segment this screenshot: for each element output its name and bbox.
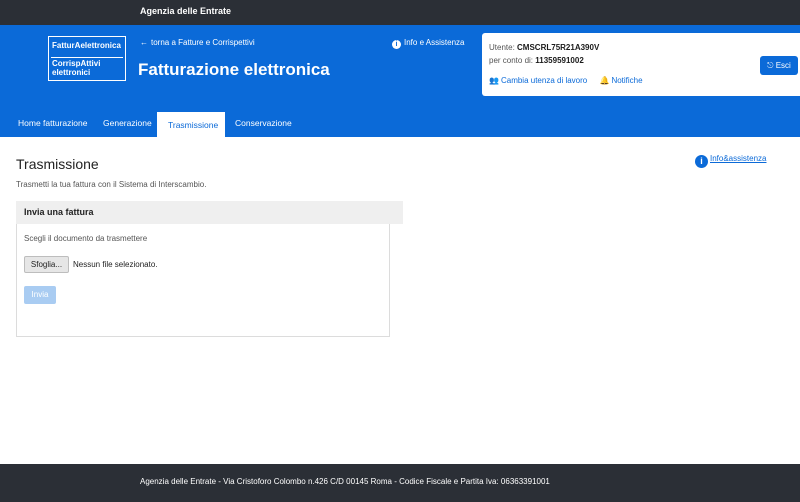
arrow-left-icon: ←	[140, 38, 148, 47]
info-circle-icon: i	[695, 155, 708, 168]
browse-file-button[interactable]: Sfoglia...	[24, 256, 69, 273]
agency-bar: Agenzia delle Entrate	[0, 0, 800, 25]
back-to-fatture-link[interactable]: ← torna a Fatture e Corrispettivi	[140, 38, 255, 47]
change-utenza-link[interactable]: 👥 Cambia utenza di lavoro	[489, 76, 587, 85]
account-value: 11359591002	[535, 56, 584, 65]
main-tabs: Home fatturazione Generazione Trasmissio…	[0, 110, 800, 137]
account-line: per conto di: 11359591002	[489, 56, 584, 65]
logo-line-2: CorrispAttivi elettronici	[52, 59, 101, 77]
tab-home-fatturazione[interactable]: Home fatturazione	[0, 110, 90, 137]
page-title: Trasmissione	[16, 156, 99, 172]
agency-name: Agenzia delle Entrate	[140, 6, 232, 16]
logout-icon: ⎋	[767, 61, 774, 70]
info-icon: i	[392, 40, 401, 49]
help-link-label: Info&assistenza	[710, 154, 767, 163]
user-line: Utente: CMSCRL75R21A390V	[489, 43, 599, 52]
user-actions: 👥 Cambia utenza di lavoro 🔔 Notifiche	[489, 76, 653, 85]
file-status: Nessun file selezionato.	[73, 260, 158, 269]
logo-line-1: FatturAelettronica	[52, 41, 121, 50]
account-label: per conto di:	[489, 56, 534, 65]
tab-trasmissione[interactable]: Trasmissione	[157, 110, 225, 137]
change-utenza-label: Cambia utenza di lavoro	[500, 76, 588, 85]
panel-heading: Invia una fattura	[16, 201, 403, 224]
footer-text: Agenzia delle Entrate - Via Cristoforo C…	[140, 477, 550, 486]
info-assistenza-help-link[interactable]: i Info&assistenza	[695, 154, 766, 168]
header: FatturAelettronica CorrispAttivi elettro…	[0, 25, 800, 110]
user-panel: Utente: CMSCRL75R21A390V per conto di: 1…	[482, 33, 800, 96]
user-label: Utente:	[489, 43, 515, 52]
notifiche-link[interactable]: 🔔 Notifiche	[599, 76, 642, 85]
panel-heading-label: Invia una fattura	[24, 207, 94, 217]
send-button[interactable]: Invia	[24, 286, 56, 304]
back-link-label: torna a Fatture e Corrispettivi	[151, 38, 255, 47]
info-link-label: Info e Assistenza	[404, 38, 465, 47]
send-invoice-panel: Invia una fattura Scegli il documento da…	[16, 201, 403, 337]
logout-label: Esci	[775, 61, 791, 70]
page-subtitle: Trasmetti la tua fattura con il Sistema …	[16, 180, 207, 189]
document-label: Scegli il documento da trasmettere	[24, 234, 148, 243]
notifiche-label: Notifiche	[611, 76, 643, 85]
info-assistenza-link[interactable]: i Info e Assistenza	[392, 38, 464, 49]
bell-icon: 🔔	[599, 76, 610, 85]
users-icon: 👥	[489, 76, 499, 85]
logo-divider	[51, 57, 123, 58]
app-title: Fatturazione elettronica	[138, 60, 330, 79]
tab-generazione[interactable]: Generazione	[90, 110, 157, 137]
logout-button[interactable]: ⎋ Esci	[760, 56, 798, 75]
footer: Agenzia delle Entrate - Via Cristoforo C…	[0, 464, 800, 502]
tab-conservazione[interactable]: Conservazione	[225, 110, 305, 137]
app-logo[interactable]: FatturAelettronica CorrispAttivi elettro…	[48, 36, 126, 81]
user-value: CMSCRL75R21A390V	[517, 43, 600, 52]
